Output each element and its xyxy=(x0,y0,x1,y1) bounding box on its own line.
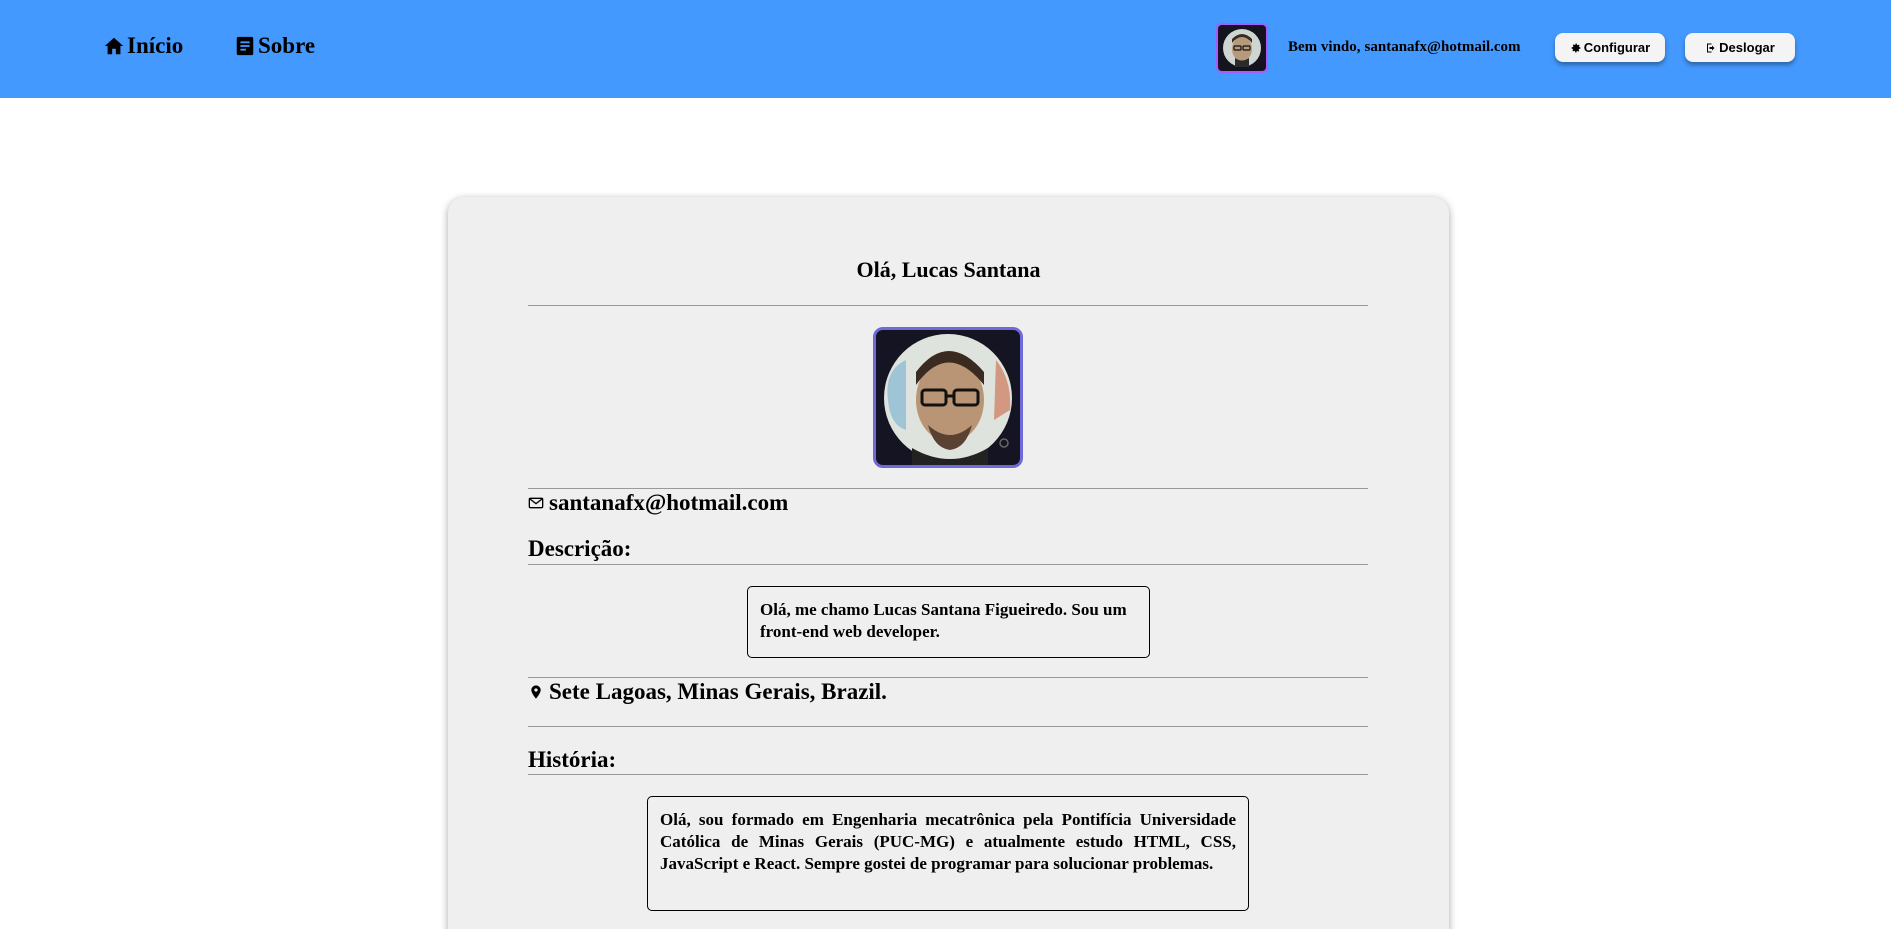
profile-location-row: Sete Lagoas, Minas Gerais, Brazil. xyxy=(528,679,887,705)
divider xyxy=(528,774,1368,775)
logout-button[interactable]: Deslogar xyxy=(1685,33,1795,62)
profile-photo-image xyxy=(876,330,1020,465)
profile-card: Olá, Lucas Santana santanafx@hotmail.com… xyxy=(448,197,1449,929)
avatar-image xyxy=(1218,25,1266,71)
document-icon xyxy=(236,36,254,56)
profile-email-row: santanafx@hotmail.com xyxy=(528,490,788,516)
header-avatar[interactable] xyxy=(1216,23,1268,73)
gear-icon xyxy=(1571,43,1581,52)
profile-email: santanafx@hotmail.com xyxy=(549,490,789,515)
divider xyxy=(528,564,1368,565)
welcome-prefix: Bem vindo, xyxy=(1288,39,1361,55)
divider xyxy=(528,488,1368,489)
logout-icon xyxy=(1707,43,1715,52)
nav-home-label: Início xyxy=(127,33,184,58)
history-box: Olá, sou formado em Engenharia mecatrôni… xyxy=(647,796,1249,911)
map-pin-icon xyxy=(531,685,541,699)
profile-location: Sete Lagoas, Minas Gerais, Brazil. xyxy=(549,679,887,704)
description-title: Descrição: xyxy=(528,536,632,561)
profile-photo[interactable] xyxy=(873,327,1023,468)
description-box: Olá, me chamo Lucas Santana Figueiredo. … xyxy=(747,586,1150,658)
divider xyxy=(528,677,1368,678)
divider xyxy=(528,305,1368,306)
nav-about-label: Sobre xyxy=(258,33,316,58)
profile-greeting: Olá, Lucas Santana xyxy=(856,257,1041,282)
top-navbar: Início Sobre Bem vindo, santanafx@hotmail… xyxy=(0,0,1891,98)
welcome-message: Bem vindo, santanafx@hotmail.com xyxy=(1288,39,1521,56)
home-icon xyxy=(104,37,124,55)
config-button[interactable]: Configurar xyxy=(1555,33,1665,62)
nav-home-link[interactable]: Início xyxy=(103,33,183,59)
nav-about-link[interactable]: Sobre xyxy=(234,33,315,59)
history-title: História: xyxy=(528,747,617,772)
logout-label: Deslogar xyxy=(1719,40,1775,55)
mail-icon xyxy=(528,497,544,509)
config-label: Configurar xyxy=(1583,40,1651,55)
welcome-email: santanafx@hotmail.com xyxy=(1364,39,1521,55)
divider xyxy=(528,726,1368,727)
